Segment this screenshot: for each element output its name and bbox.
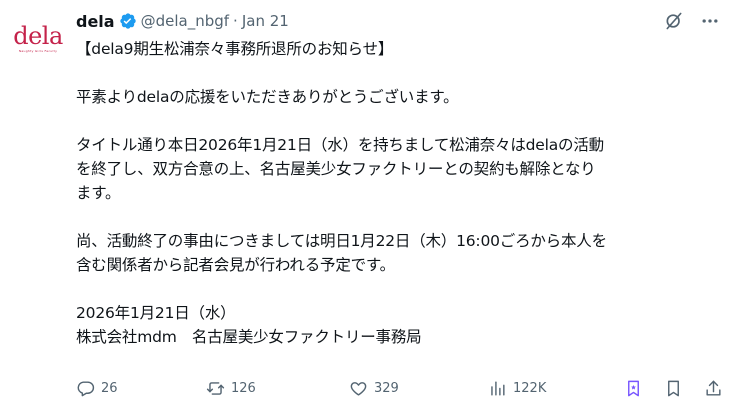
post-line: 平素よりdelaの応援をいただきありがとうございます。 <box>76 88 459 106</box>
verified-badge-icon <box>119 12 137 30</box>
grok-bookmark-icon <box>628 380 639 396</box>
post-date[interactable]: Jan 21 <box>242 12 289 30</box>
post-header: dela @dela_nbgf · Jan 21 <box>76 10 289 32</box>
grok-icon[interactable] <box>663 10 685 32</box>
like-button[interactable]: 329 <box>349 376 399 400</box>
reply-button[interactable]: 26 <box>76 376 118 400</box>
avatar-logo-text: dela <box>13 21 63 50</box>
bookmark-icon <box>668 380 679 396</box>
post-line: 含む関係者から記者会見が行われる予定です。 <box>76 256 395 274</box>
more-icon[interactable] <box>699 10 721 32</box>
post-line: 尚、活動終了の事由につきましては明日1月22日（木）16:00ごろから本人を <box>76 232 607 250</box>
post-line: ます。 <box>76 184 121 202</box>
avatar[interactable]: dela Naughty Girls Faculty <box>12 12 64 64</box>
repost-icon <box>206 381 225 395</box>
share-button[interactable] <box>704 376 723 400</box>
handle[interactable]: @dela_nbgf <box>141 12 229 30</box>
heart-icon <box>350 381 367 396</box>
bookmark-button[interactable] <box>664 376 683 400</box>
display-name[interactable]: dela <box>76 12 115 31</box>
views-count: 122K <box>513 380 547 396</box>
avatar-logo-subtext: Naughty Girls Faculty <box>18 48 58 53</box>
post-body: 【dela9期生松浦奈々事務所退所のお知らせ】 平素よりdelaの応援をいただき… <box>76 37 726 349</box>
reply-count: 26 <box>101 380 118 396</box>
post-line: 株式会社mdm 名古屋美少女ファクトリー事務局 <box>76 328 422 346</box>
separator-dot: · <box>233 12 238 30</box>
share-icon <box>706 380 721 396</box>
views-icon <box>491 380 505 396</box>
like-count: 329 <box>374 380 399 396</box>
post-line: を終了し、双方合意の上、名古屋美少女ファクトリーとの契約も解除となり <box>76 160 596 178</box>
post-line: タイトル通り本日2026年1月21日（水）を持ちまして松浦奈々はdelaの活動 <box>76 136 604 154</box>
grok-bookmark-button[interactable] <box>624 376 643 400</box>
post-line-title: 【dela9期生松浦奈々事務所退所のお知らせ】 <box>76 40 394 58</box>
repost-button[interactable]: 126 <box>206 376 256 400</box>
top-right-icons <box>663 10 721 32</box>
action-bar: 26 126 329 122K <box>76 376 726 400</box>
reply-icon <box>77 380 95 396</box>
views-button[interactable]: 122K <box>488 376 546 400</box>
repost-count: 126 <box>231 380 256 396</box>
post-line: 2026年1月21日（水） <box>76 304 236 322</box>
